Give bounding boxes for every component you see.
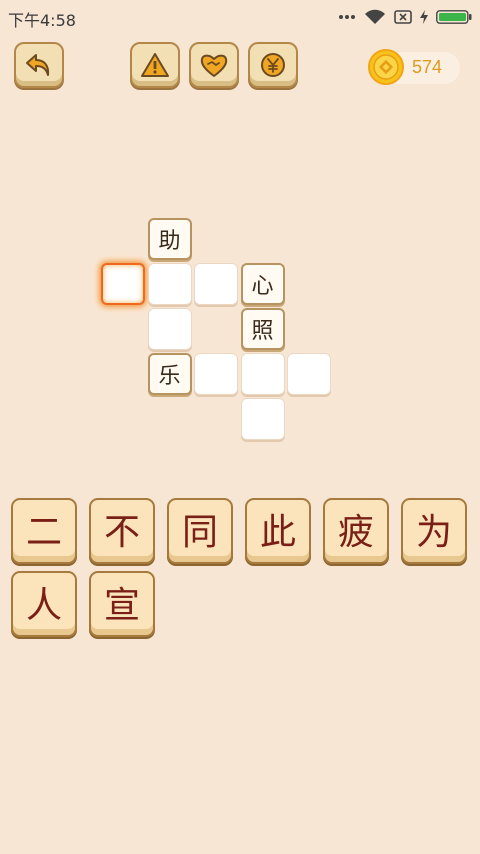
answer-tile[interactable]: 人 — [11, 571, 77, 637]
grid-cell-filled: 助 — [147, 218, 192, 260]
grid-cell-filled: 乐 — [147, 353, 192, 395]
grid-cell-empty[interactable] — [287, 353, 331, 395]
share-button[interactable] — [189, 42, 239, 88]
grid-cell-selected[interactable] — [101, 263, 145, 305]
answer-tile[interactable]: 同 — [167, 498, 233, 564]
warning-triangle-icon — [139, 50, 171, 80]
grid-cell-empty[interactable] — [194, 263, 238, 305]
handshake-heart-icon — [198, 50, 230, 80]
answer-tile[interactable]: 此 — [245, 498, 311, 564]
more-dots-icon — [338, 14, 356, 20]
battery-icon — [436, 10, 472, 24]
undo-arrow-icon — [23, 50, 55, 80]
grid-cell-empty[interactable] — [240, 353, 285, 395]
money-button[interactable] — [248, 42, 298, 88]
answer-tile[interactable]: 不 — [89, 498, 155, 564]
grid-cell-filled: 心 — [240, 263, 285, 305]
grid-cell-empty[interactable] — [147, 263, 192, 305]
warning-button[interactable] — [130, 42, 180, 88]
grid-cell-filled: 照 — [240, 308, 285, 350]
yen-coin-icon — [257, 50, 289, 80]
status-bar: 下午4:58 — [0, 0, 480, 34]
charging-bolt-icon — [420, 10, 428, 24]
grid-cell-empty[interactable] — [240, 398, 285, 440]
back-button[interactable] — [14, 42, 64, 88]
status-icons — [338, 6, 472, 28]
gold-coin-icon — [367, 48, 405, 86]
coin-value: 574 — [412, 57, 443, 77]
answer-tile[interactable]: 宣 — [89, 571, 155, 637]
wifi-icon — [364, 9, 386, 25]
status-time: 下午4:58 — [8, 11, 76, 30]
answer-tile[interactable]: 疲 — [323, 498, 389, 564]
answer-tile[interactable]: 为 — [401, 498, 467, 564]
sim-error-icon — [394, 9, 412, 25]
answer-tile[interactable]: 二 — [11, 498, 77, 564]
grid-cell-empty[interactable] — [194, 353, 238, 395]
grid-cell-empty[interactable] — [147, 308, 192, 350]
